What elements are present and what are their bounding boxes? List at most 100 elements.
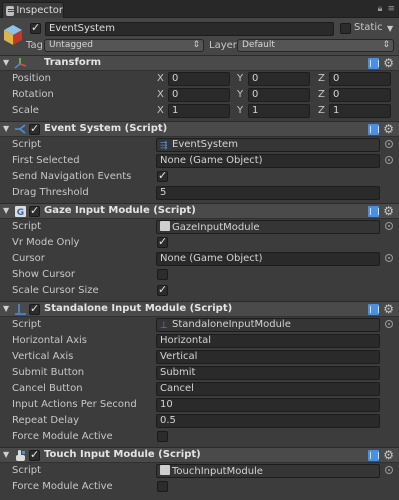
first-selected-field[interactable]: None (Game Object) [156,154,380,168]
rotation-row: Rotation X0 Y0 Z0 [0,87,399,103]
script-row: Script ⇶ EventSystem [0,137,399,153]
component-header[interactable]: ▼ G Gaze Input Module (Script) ⚙ [0,203,399,219]
scale-x-field[interactable]: 1 [168,104,230,118]
axis-label: Y [237,89,244,100]
gear-icon[interactable]: ⚙ [383,204,394,218]
cursor-field[interactable]: None (Game Object) [156,252,380,266]
component-enabled-checkbox[interactable] [29,204,40,217]
script-value: GazeInputModule [172,222,260,233]
static-dropdown-icon[interactable]: ▼ [387,24,393,33]
force-module-label: Force Module Active [12,431,113,442]
tab-controls: 🔒︎ ≡ [378,4,395,14]
transform-icon [14,58,27,69]
active-checkbox[interactable] [30,21,41,34]
scale-z-field[interactable]: 1 [329,104,391,118]
script-label: Script [12,139,42,150]
dropdown-arrow-icon: ⇕ [382,40,390,50]
position-x-field[interactable]: 0 [168,72,230,86]
horizontal-axis-row: Horizontal Axis Horizontal [0,333,399,349]
help-book-icon[interactable] [368,124,379,135]
component-enabled-checkbox[interactable] [29,448,40,461]
first-selected-label: First Selected [12,155,80,166]
gear-icon[interactable]: ⚙ [383,122,394,136]
position-z-field[interactable]: 0 [329,72,391,86]
gear-icon[interactable]: ⚙ [383,448,394,462]
horizontal-axis-label: Horizontal Axis [12,335,87,346]
script-field[interactable]: TouchInputModule [156,464,380,478]
object-picker-icon[interactable] [385,140,393,148]
gear-icon[interactable]: ⚙ [383,56,394,70]
position-y-field[interactable]: 0 [248,72,310,86]
script-field[interactable]: ⊥ StandaloneInputModule [156,318,380,332]
scale-y-field[interactable]: 1 [248,104,310,118]
foldout-icon[interactable]: ▼ [3,58,9,67]
static-checkbox[interactable] [340,23,351,34]
repeat-delay-field[interactable]: 0.5 [156,414,380,428]
drag-threshold-row: Drag Threshold 5 [0,185,399,201]
menu-icon[interactable]: ≡ [387,4,395,14]
foldout-icon[interactable]: ▼ [3,124,9,133]
touch-input-module-component: ▼ Touch Input Module (Script) ⚙ Script T… [0,447,399,495]
gaze-input-module-component: ▼ G Gaze Input Module (Script) ⚙ Script … [0,203,399,299]
axis-label: X [157,73,164,84]
object-picker-icon[interactable] [385,156,393,164]
inspector-icon [6,5,15,16]
script-field[interactable]: GazeInputModule [156,220,380,234]
object-picker-icon[interactable] [385,254,393,262]
rotation-x-field[interactable]: 0 [168,88,230,102]
axis-label: Y [237,73,244,84]
component-title: Touch Input Module (Script) [44,449,201,460]
foldout-icon[interactable]: ▼ [3,304,9,313]
force-module-checkbox[interactable] [157,431,168,442]
static-label: Static [354,22,383,33]
foldout-icon[interactable]: ▼ [3,206,9,215]
cancel-button-row: Cancel Button Cancel [0,381,399,397]
vr-mode-checkbox[interactable] [157,235,168,248]
component-header[interactable]: ▼ Event System (Script) ⚙ [0,121,399,137]
foldout-icon[interactable]: ▼ [3,450,9,459]
send-navigation-checkbox[interactable] [157,169,168,182]
rotation-y-field[interactable]: 0 [248,88,310,102]
submit-button-label: Submit Button [12,367,85,378]
transform-component: ▼ Transform ⚙ Position X0 Y0 Z0 Rotation… [0,55,399,119]
object-picker-icon[interactable] [385,320,393,328]
rotation-z-field[interactable]: 0 [329,88,391,102]
event-system-component: ▼ Event System (Script) ⚙ Script ⇶ EventS… [0,121,399,201]
horizontal-axis-field[interactable]: Horizontal [156,334,380,348]
gameobject-header: EventSystem Static ▼ Tag Untagged ⇕ Laye… [0,18,399,56]
script-icon [160,465,170,475]
axis-label: X [157,89,164,100]
drag-threshold-field[interactable]: 5 [156,186,380,200]
layer-dropdown[interactable]: Default ⇕ [237,39,394,52]
help-book-icon[interactable] [368,450,379,461]
help-book-icon[interactable] [368,58,379,69]
component-header[interactable]: ▼ Touch Input Module (Script) ⚙ [0,447,399,463]
help-book-icon[interactable] [368,304,379,315]
submit-button-field[interactable]: Submit [156,366,380,380]
show-cursor-checkbox[interactable] [157,269,168,280]
tag-dropdown[interactable]: Untagged ⇕ [44,39,204,52]
object-picker-icon[interactable] [385,466,393,474]
script-field[interactable]: ⇶ EventSystem [156,138,380,152]
gameobject-name-field[interactable]: EventSystem [45,22,334,36]
tab-inspector[interactable]: Inspector [2,2,64,18]
axis-label: X [157,105,164,116]
component-enabled-checkbox[interactable] [29,302,40,315]
script-icon: ⊥ [160,321,168,331]
component-enabled-checkbox[interactable] [29,122,40,135]
input-actions-field[interactable]: 10 [156,398,380,412]
force-module-checkbox[interactable] [157,481,168,492]
help-book-icon[interactable] [368,206,379,217]
submit-button-row: Submit Button Submit [0,365,399,381]
gear-icon[interactable]: ⚙ [383,302,394,316]
component-header[interactable]: ▼ Standalone Input Module (Script) ⚙ [0,301,399,317]
component-header[interactable]: ▼ Transform ⚙ [0,55,399,71]
object-picker-icon[interactable] [385,222,393,230]
scale-cursor-checkbox[interactable] [157,283,168,296]
send-navigation-label: Send Navigation Events [12,171,132,182]
cancel-button-field[interactable]: Cancel [156,382,380,396]
vertical-axis-field[interactable]: Vertical [156,350,380,364]
standalone-input-icon [15,304,26,315]
touch-input-icon [16,450,25,461]
lock-icon[interactable]: 🔒︎ [378,4,383,14]
